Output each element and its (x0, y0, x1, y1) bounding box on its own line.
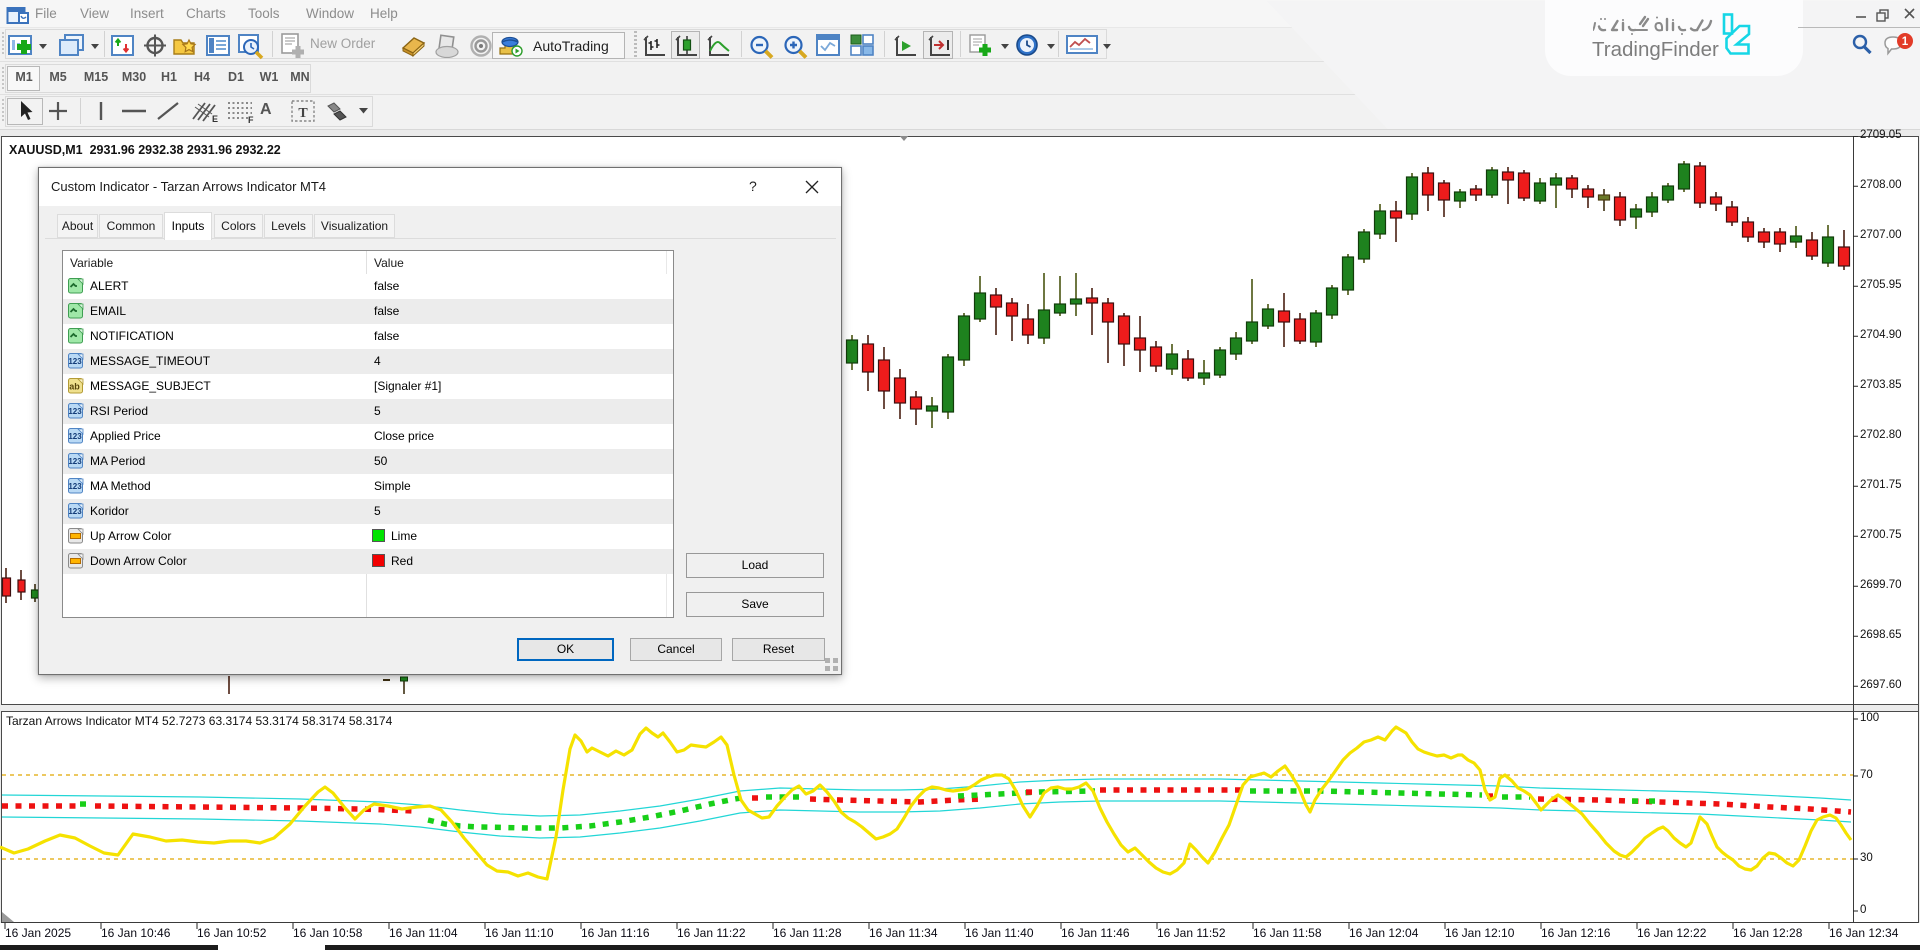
svg-text:F: F (248, 115, 254, 124)
svg-text:T: T (298, 106, 308, 121)
svg-text:123: 123 (68, 407, 82, 416)
svg-text:123: 123 (68, 482, 82, 491)
svg-text:123: 123 (68, 357, 82, 366)
svg-text:E: E (212, 114, 218, 124)
svg-text:1: 1 (1902, 36, 1909, 48)
svg-text:123: 123 (68, 507, 82, 516)
svg-text:123: 123 (68, 457, 82, 466)
svg-text:123: 123 (68, 432, 82, 441)
svg-text:ab: ab (69, 382, 80, 392)
